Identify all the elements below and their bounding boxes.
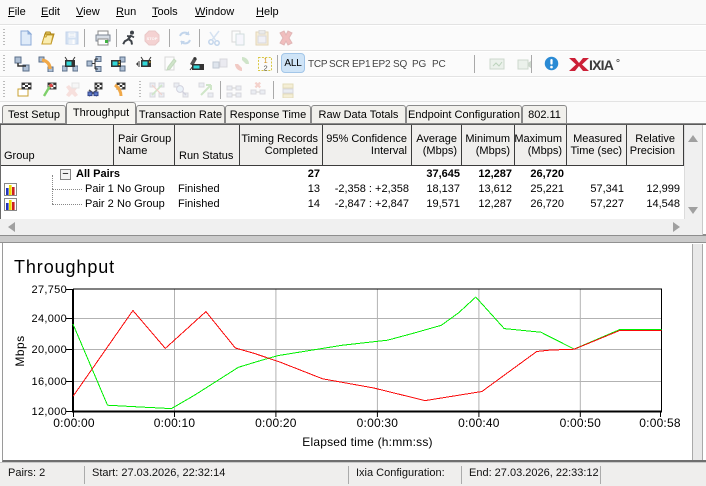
svg-text:2: 2 [264,64,268,72]
svg-text:0:00:30: 0:00:30 [357,416,399,430]
svg-text:20,000: 20,000 [32,344,67,356]
svg-text:0:00:58: 0:00:58 [639,416,681,430]
svg-text:STOP: STOP [147,36,158,41]
svg-text:16,000: 16,000 [32,376,67,388]
svg-text:24,000: 24,000 [32,313,67,325]
svg-text:0:00:20: 0:00:20 [255,416,297,430]
svg-text:27,750: 27,750 [32,284,67,296]
svg-text:Mbps: Mbps [13,335,27,366]
svg-text:IXIA: IXIA [589,57,614,73]
svg-text:0:00:00: 0:00:00 [53,416,95,430]
svg-text:0:00:40: 0:00:40 [458,416,500,430]
svg-text:Elapsed time (h:mm:ss): Elapsed time (h:mm:ss) [302,435,432,449]
svg-text:0:00:10: 0:00:10 [154,416,196,430]
svg-text:0:00:50: 0:00:50 [560,416,602,430]
